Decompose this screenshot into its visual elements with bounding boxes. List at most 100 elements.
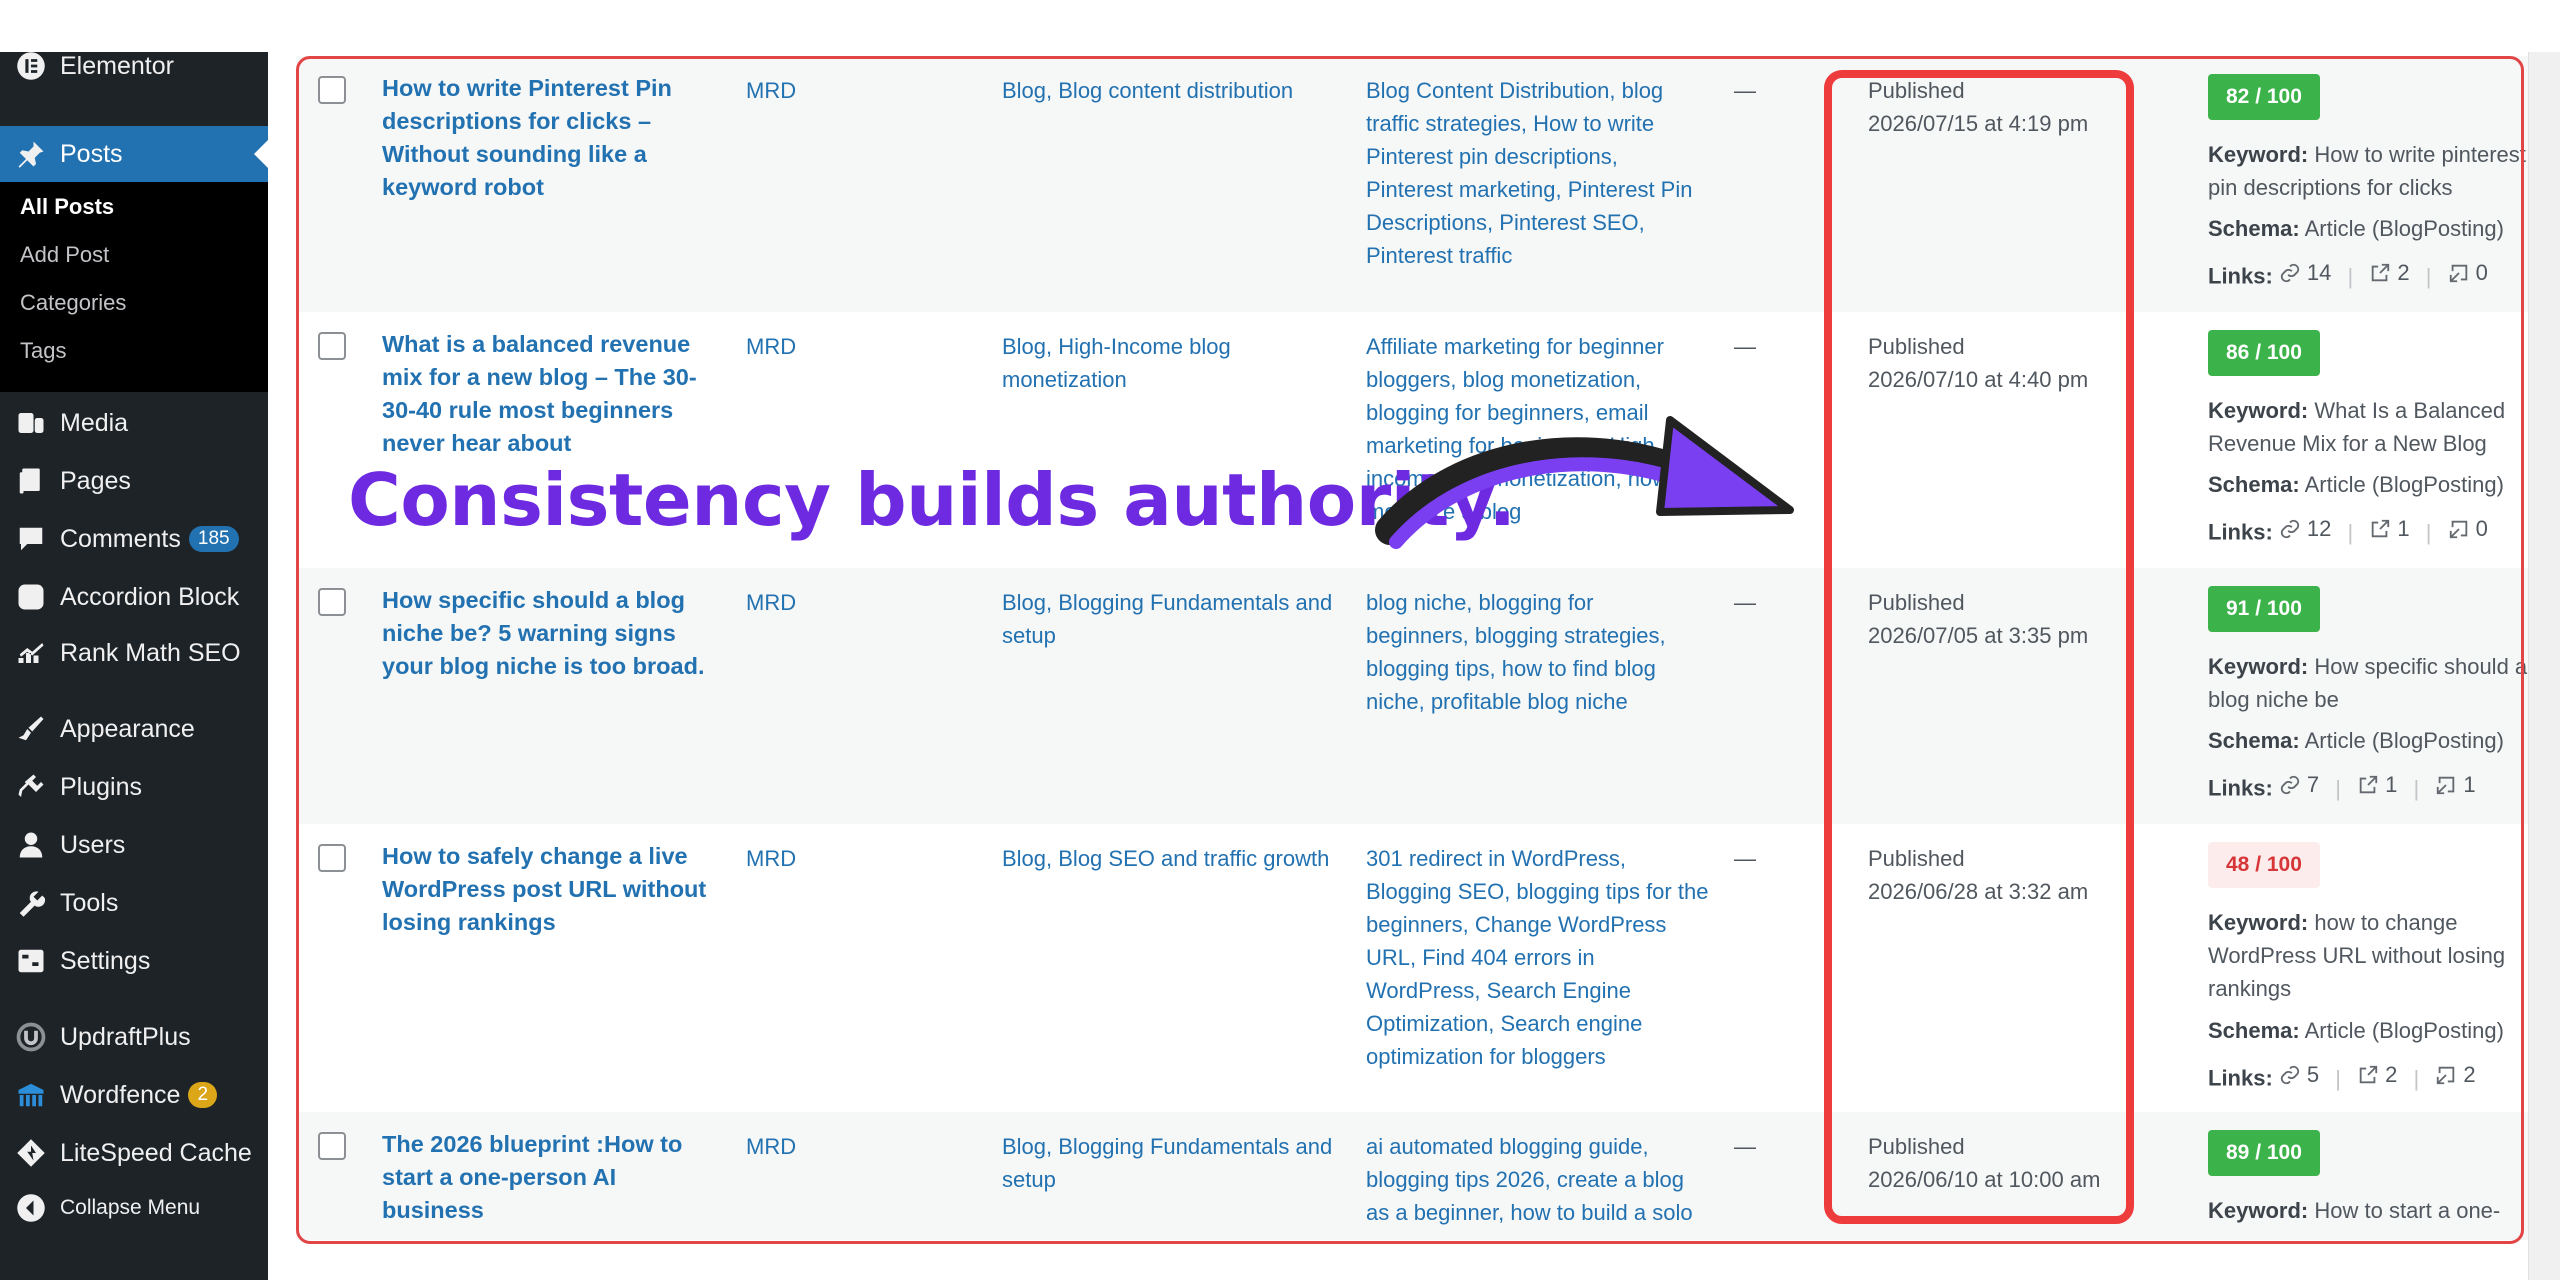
post-title-link[interactable]: The 2026 blueprint :How to start a one-p…: [382, 1128, 722, 1227]
sidebar-item-elementor[interactable]: Elementor: [0, 44, 268, 88]
focus-keyword: Keyword: How specific should a blog nich…: [2208, 654, 2528, 712]
post-comments: —: [1734, 1134, 1756, 1159]
sidebar-item-litespeed[interactable]: LiteSpeed Cache: [0, 1128, 268, 1178]
post-tags[interactable]: 301 redirect in WordPress, Blogging SEO,…: [1366, 842, 1711, 1073]
sidebar-item-label: Media: [60, 408, 129, 437]
incoming-links-icon: 0: [2448, 512, 2488, 545]
sidebar-item-settings[interactable]: Settings: [0, 936, 268, 986]
post-categories[interactable]: Blog, Blog SEO and traffic growth: [1002, 842, 1342, 875]
page-scrollbar[interactable]: [2528, 52, 2560, 1280]
settings-icon: [14, 944, 48, 978]
focus-keyword: Keyword: How to start a one-: [2208, 1198, 2501, 1223]
row-checkbox[interactable]: [318, 332, 346, 360]
sidebar-item-label: Users: [60, 830, 126, 859]
row-checkbox[interactable]: [318, 76, 346, 104]
post-title-link[interactable]: How specific should a blog niche be? 5 w…: [382, 584, 722, 683]
post-author[interactable]: MRD: [746, 586, 796, 619]
elementor-icon: [14, 49, 48, 83]
post-title-link[interactable]: How to safely change a live WordPress po…: [382, 840, 712, 939]
comments-icon: [14, 522, 48, 556]
row-checkbox[interactable]: [318, 844, 346, 872]
internal-links-icon: 12: [2279, 512, 2331, 545]
litespeed-icon: [14, 1136, 48, 1170]
collapse-menu-button[interactable]: Collapse Menu: [0, 1186, 268, 1230]
external-links-icon: 1: [2357, 768, 2397, 801]
post-date: 2026/07/10 at 4:40 pm: [1868, 367, 2089, 392]
sidebar-item-plugins[interactable]: Plugins: [0, 762, 268, 812]
post-status: Published: [1868, 334, 1965, 359]
seo-score-badge[interactable]: 89 / 100: [2208, 1130, 2320, 1176]
post-author[interactable]: MRD: [746, 1130, 796, 1163]
schema-type: Schema: Article (BlogPosting): [2208, 1018, 2504, 1043]
post-tags[interactable]: blog niche, blogging for beginners, blog…: [1366, 586, 1686, 718]
incoming-links-icon: 2: [2435, 1058, 2476, 1091]
tools-icon: [14, 886, 48, 920]
sidebar-item-media[interactable]: Media: [0, 398, 268, 448]
post-categories[interactable]: Blog, Blog content distribution: [1002, 74, 1342, 107]
row-checkbox[interactable]: [318, 1132, 346, 1160]
seo-score-badge[interactable]: 82 / 100: [2208, 74, 2320, 120]
sidebar-item-appearance[interactable]: Appearance: [0, 704, 268, 754]
sidebar-item-rank-math[interactable]: Rank Math SEO: [0, 628, 268, 678]
accordion-icon: [14, 580, 48, 614]
posts-submenu: All Posts Add Post Categories Tags: [0, 182, 268, 392]
rank-math-icon: [14, 636, 48, 670]
links-summary: Links: 12 | 1 | 0: [2208, 512, 2488, 549]
links-summary: Links: 7 | 1 | 1: [2208, 768, 2476, 805]
post-date: 2026/06/10 at 10:00 am: [1868, 1167, 2101, 1192]
sidebar-item-pages[interactable]: Pages: [0, 456, 268, 506]
submenu-tags[interactable]: Tags: [20, 338, 66, 364]
sidebar-item-tools[interactable]: Tools: [0, 878, 268, 928]
sidebar-item-label: Rank Math SEO: [60, 638, 241, 667]
post-comments: —: [1734, 334, 1756, 359]
sidebar-item-label: Pages: [60, 466, 131, 495]
comments-count-badge: 185: [188, 526, 239, 552]
post-categories[interactable]: Blog, Blogging Fundamentals and setup: [1002, 586, 1342, 652]
sidebar-item-updraftplus[interactable]: UpdraftPlus: [0, 1012, 268, 1062]
sidebar-item-users[interactable]: Users: [0, 820, 268, 870]
sidebar-item-comments[interactable]: Comments 185: [0, 514, 268, 564]
seo-score-badge[interactable]: 86 / 100: [2208, 330, 2320, 376]
table-row: How to write Pinterest Pin descriptions …: [296, 56, 2528, 312]
submenu-categories[interactable]: Categories: [20, 290, 126, 316]
focus-keyword: Keyword: how to change WordPress URL wit…: [2208, 910, 2506, 1001]
post-categories[interactable]: Blog, Blogging Fundamentals and setup: [1002, 1130, 1342, 1196]
pin-icon: [14, 137, 48, 171]
seo-score-badge[interactable]: 91 / 100: [2208, 586, 2320, 632]
schema-type: Schema: Article (BlogPosting): [2208, 472, 2504, 497]
external-links-icon: 2: [2369, 256, 2410, 289]
focus-keyword: Keyword: How to write pinterest pin desc…: [2208, 142, 2526, 200]
overlay-headline: Consistency builds authority.: [348, 458, 1516, 542]
media-icon: [14, 406, 48, 440]
external-links-icon: 1: [2369, 512, 2410, 545]
post-status: Published: [1868, 78, 1965, 103]
submenu-add-post[interactable]: Add Post: [20, 242, 109, 268]
post-tags[interactable]: Blog Content Distribution, blog traffic …: [1366, 74, 1706, 272]
curved-arrow-icon: [1375, 416, 1794, 549]
sidebar-item-label: Elementor: [60, 51, 174, 80]
sidebar-item-posts[interactable]: Posts: [0, 126, 268, 182]
post-tags[interactable]: ai automated blogging guide, blogging ti…: [1366, 1130, 1696, 1229]
post-title-link[interactable]: What is a balanced revenue mix for a new…: [382, 328, 722, 460]
post-status: Published: [1868, 1134, 1965, 1159]
sidebar-item-accordion-block[interactable]: Accordion Block: [0, 572, 268, 622]
appearance-icon: [14, 712, 48, 746]
sidebar-item-label: Appearance: [60, 714, 195, 743]
post-comments: —: [1734, 590, 1756, 615]
post-comments: —: [1734, 846, 1756, 871]
post-status: Published: [1868, 846, 1965, 871]
sidebar-item-wordfence[interactable]: Wordfence 2: [0, 1070, 268, 1120]
submenu-all-posts[interactable]: All Posts: [20, 194, 114, 220]
pages-icon: [14, 464, 48, 498]
sidebar-item-label: Comments: [60, 524, 181, 553]
table-row: How to safely change a live WordPress po…: [296, 824, 2528, 1112]
sidebar-item-label: Tools: [60, 888, 119, 917]
wp-admin-posts-page: Elementor Posts All Posts Add Post Categ…: [0, 0, 2560, 1280]
post-categories[interactable]: Blog, High-Income blog monetization: [1002, 330, 1302, 396]
post-title-link[interactable]: How to write Pinterest Pin descriptions …: [382, 72, 722, 204]
post-author[interactable]: MRD: [746, 74, 796, 107]
seo-score-badge[interactable]: 48 / 100: [2208, 842, 2320, 888]
row-checkbox[interactable]: [318, 588, 346, 616]
post-author[interactable]: MRD: [746, 330, 796, 363]
post-author[interactable]: MRD: [746, 842, 796, 875]
